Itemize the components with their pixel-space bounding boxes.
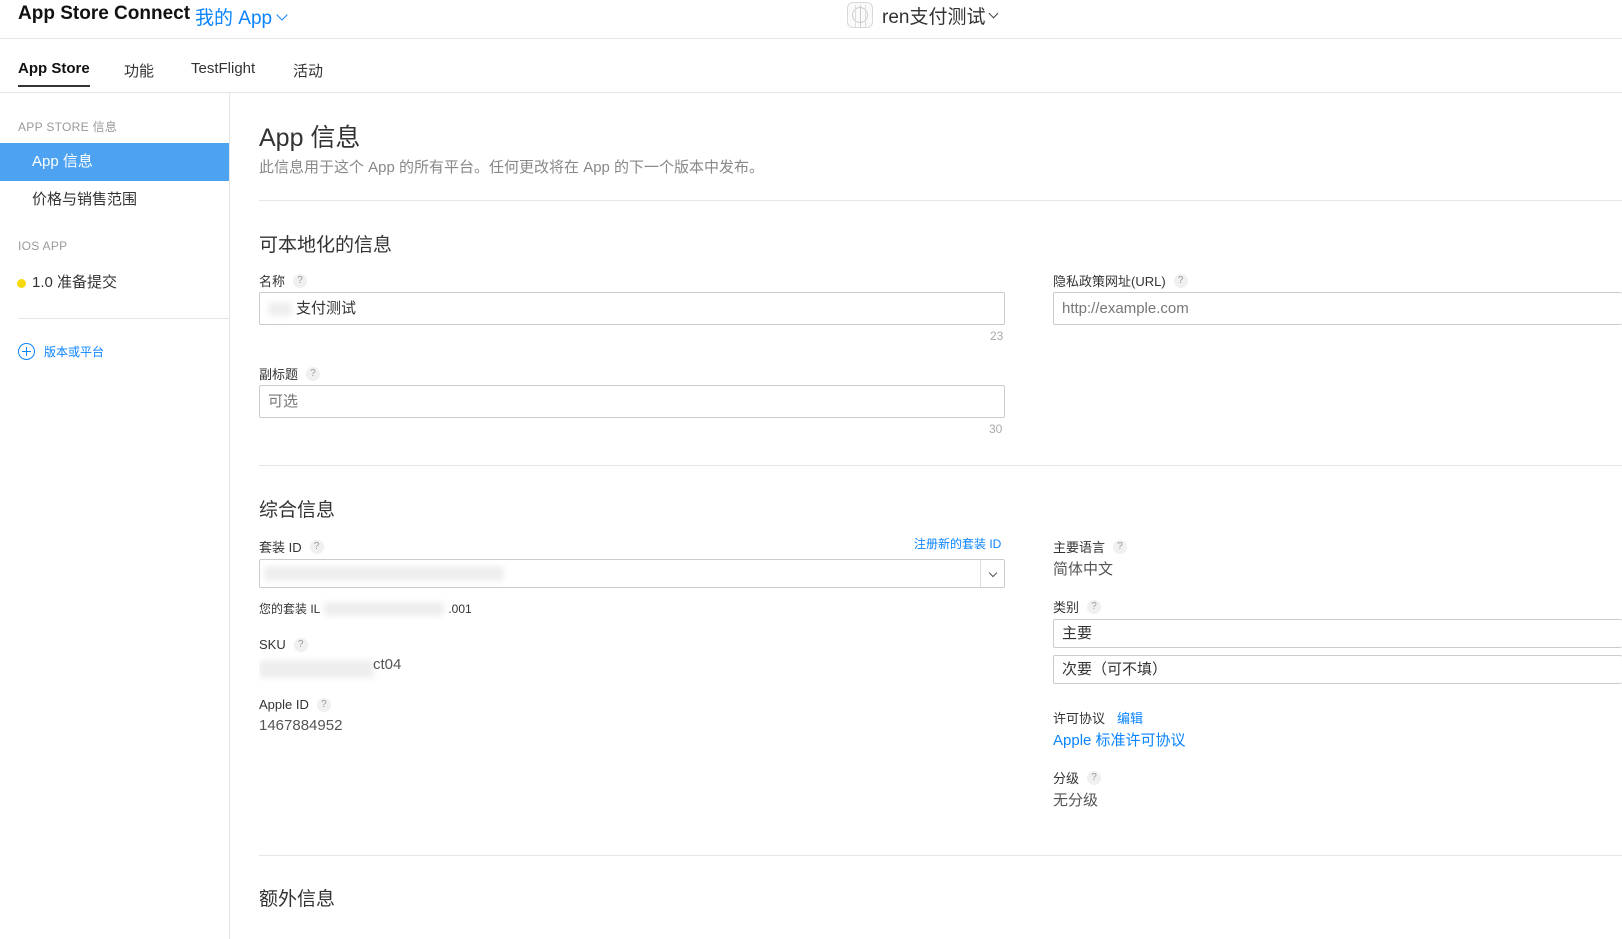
sidebar-item-version-label: 1.0 准备提交 [32, 274, 118, 291]
subtitle-label-text: 副标题 [259, 367, 299, 382]
privacy-url-label: 隐私政策网址(URL) ? [1053, 271, 1188, 290]
license-label-text: 许可协议 [1053, 711, 1106, 726]
page-title: App 信息 [259, 124, 361, 152]
primary-language-label-text: 主要语言 [1053, 540, 1106, 555]
chevron-down-icon [980, 560, 1004, 587]
sidebar-item-app-info[interactable]: App 信息 [0, 143, 229, 181]
top-header: App Store Connect 我的 App ren支付测试 [0, 0, 1622, 39]
help-icon[interactable]: ? [293, 273, 308, 288]
section-title-extra: 额外信息 [259, 889, 336, 910]
bundle-id-note: 您的套装 IL .001 [259, 600, 472, 617]
section-title-general: 综合信息 [259, 500, 336, 521]
bundle-id-note-prefix: 您的套装 IL [259, 602, 321, 616]
sidebar-section-ios-app: IOS APP [18, 239, 68, 253]
subtitle-label: 副标题 ? [259, 364, 321, 383]
secondary-category-select[interactable]: 次要（可不填） [1053, 655, 1622, 684]
primary-category-select[interactable]: 主要 [1053, 619, 1622, 648]
apple-id-label-text: Apple ID [259, 697, 309, 712]
category-label: 类别 ? [1053, 597, 1102, 616]
bundle-id-select[interactable] [259, 559, 1005, 588]
license-label: 许可协议 编辑 [1053, 708, 1143, 727]
name-input[interactable]: 支付测试 [259, 292, 1005, 325]
help-icon[interactable]: ? [1113, 539, 1128, 554]
sku-value-text: ct04 [373, 656, 402, 673]
apple-id-label: Apple ID ? [259, 697, 331, 712]
sku-label: SKU ? [259, 637, 308, 652]
primary-language-value[interactable]: 简体中文 [1053, 558, 1113, 579]
divider [259, 200, 1622, 201]
status-dot-icon [17, 279, 26, 288]
tab-features[interactable]: 功能 [124, 60, 154, 89]
help-icon[interactable]: ? [1087, 770, 1102, 785]
tab-activity[interactable]: 活动 [293, 60, 323, 89]
app-store-connect-logo[interactable]: App Store Connect [18, 3, 190, 25]
rating-label-text: 分级 [1053, 771, 1080, 786]
add-version-platform-label: 版本或平台 [44, 345, 105, 359]
page-subtitle: 此信息用于这个 App 的所有平台。任何更改将在 App 的下一个版本中发布。 [259, 159, 765, 176]
sidebar-divider [18, 318, 229, 319]
redacted-blur [324, 601, 445, 616]
app-icon [847, 2, 873, 28]
sidebar-section-app-store-info: APP STORE 信息 [18, 120, 118, 134]
redacted-blur [268, 302, 292, 317]
sku-value: ct04 [259, 656, 409, 682]
bundle-id-note-suffix: .001 [448, 601, 472, 616]
help-icon[interactable]: ? [1087, 599, 1102, 614]
sidebar-item-pricing[interactable]: 价格与销售范围 [0, 181, 229, 219]
chevron-down-icon [989, 8, 999, 18]
rating-value: 无分级 [1053, 792, 1099, 809]
bundle-id-label: 套装 ID ? [259, 537, 324, 556]
help-icon[interactable]: ? [293, 637, 308, 652]
my-apps-label: 我的 App [195, 8, 273, 29]
name-input-value: 支付测试 [296, 300, 357, 317]
name-char-counter: 23 [990, 329, 1004, 343]
redacted-blur [264, 566, 504, 581]
name-label: 名称 ? [259, 271, 308, 290]
tab-testflight[interactable]: TestFlight [191, 60, 255, 85]
sku-label-text: SKU [259, 637, 286, 652]
help-icon[interactable]: ? [316, 697, 331, 712]
section-title-localizable: 可本地化的信息 [259, 235, 393, 256]
privacy-url-label-text: 隐私政策网址(URL) [1053, 274, 1166, 289]
sidebar: APP STORE 信息 App 信息 价格与销售范围 IOS APP 1.0 … [0, 93, 230, 939]
rating-label: 分级 ? [1053, 768, 1102, 787]
plus-circle-icon [18, 343, 35, 360]
name-label-text: 名称 [259, 274, 286, 289]
subtitle-char-counter: 30 [989, 422, 1003, 436]
help-icon[interactable]: ? [1173, 273, 1188, 288]
apple-id-value: 1467884952 [259, 717, 343, 734]
divider [259, 465, 1622, 466]
bundle-id-label-text: 套装 ID [259, 540, 302, 555]
app-name: ren支付测试 [882, 6, 986, 28]
license-agreement-link[interactable]: Apple 标准许可协议 [1053, 729, 1186, 750]
license-edit-link[interactable]: 编辑 [1117, 708, 1143, 727]
help-icon[interactable]: ? [309, 539, 324, 554]
privacy-url-input[interactable]: http://example.com [1053, 292, 1622, 325]
primary-language-label: 主要语言 ? [1053, 537, 1128, 556]
sidebar-item-version[interactable]: 1.0 准备提交 [0, 264, 229, 302]
tab-app-store[interactable]: App Store [18, 60, 90, 87]
chevron-down-icon [276, 9, 288, 21]
add-version-platform-button[interactable]: 版本或平台 [18, 343, 104, 360]
tab-bar: App Store 功能 TestFlight 活动 [0, 39, 1622, 93]
redacted-blur [259, 660, 374, 678]
help-icon[interactable]: ? [306, 366, 321, 381]
my-apps-menu[interactable]: 我的 App [195, 3, 288, 30]
register-bundle-id-link[interactable]: 注册新的套装 ID [914, 535, 1001, 552]
category-label-text: 类别 [1053, 600, 1080, 615]
subtitle-input[interactable]: 可选 [259, 385, 1005, 418]
app-selector[interactable]: ren支付测试 [847, 2, 999, 28]
divider [259, 855, 1622, 856]
